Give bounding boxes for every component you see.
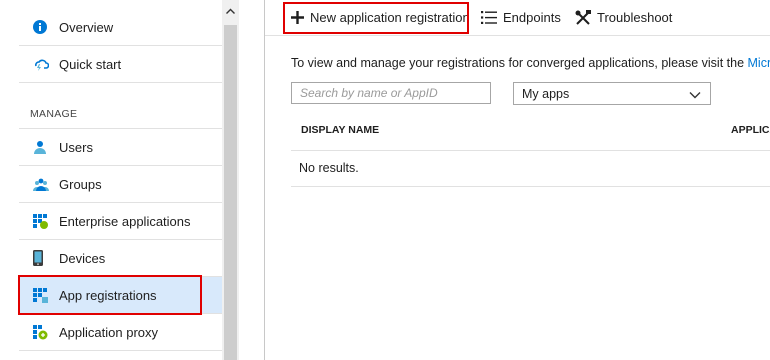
device-icon	[33, 250, 59, 266]
table-row-divider	[291, 186, 770, 187]
info-icon	[33, 20, 59, 34]
column-header-display-name[interactable]: DISPLAY NAME	[301, 124, 379, 136]
scroll-thumb[interactable]	[224, 25, 237, 360]
sidebar-item-label: Overview	[59, 19, 114, 35]
sidebar-item-label: Application proxy	[59, 324, 158, 340]
sidebar-item-enterprise-applications[interactable]: Enterprise applications	[19, 203, 222, 239]
chevron-down-icon	[689, 88, 701, 102]
scroll-up-button[interactable]	[222, 0, 239, 22]
blade-divider	[264, 0, 265, 360]
endpoints-label: Endpoints	[503, 10, 561, 25]
apps-filter-value: My apps	[522, 86, 570, 101]
section-header-manage: MANAGE	[30, 108, 78, 120]
troubleshoot-label: Troubleshoot	[597, 10, 673, 25]
info-message-text: To view and manage your registrations fo…	[291, 56, 748, 70]
list-icon	[481, 11, 497, 24]
app-registrations-icon	[33, 287, 59, 303]
cloud-lightning-icon	[33, 56, 59, 72]
sidebar-item-application-proxy[interactable]: Application proxy	[19, 314, 222, 350]
empty-state-message: No results.	[299, 161, 359, 175]
sidebar-scrollbar[interactable]	[222, 0, 239, 360]
new-application-registration-label: New application registration	[310, 10, 470, 25]
sidebar-item-overview[interactable]: Overview	[19, 9, 222, 45]
endpoints-button[interactable]: Endpoints	[481, 0, 561, 35]
chevron-up-icon	[226, 8, 235, 14]
troubleshoot-button[interactable]: Troubleshoot	[575, 0, 672, 35]
enterprise-apps-icon	[33, 213, 59, 229]
column-header-application-id[interactable]: APPLICA	[731, 124, 770, 136]
sidebar-item-label: Quick start	[59, 56, 122, 72]
sidebar-item-label: Users	[59, 139, 93, 155]
sidebar-item-users[interactable]: Users	[19, 129, 222, 165]
sidebar-item-label: Enterprise applications	[59, 213, 191, 229]
sidebar-item-app-registrations[interactable]: App registrations	[19, 277, 222, 313]
divider	[19, 82, 222, 83]
sidebar-item-quick-start[interactable]: Quick start	[19, 46, 222, 82]
groups-icon	[33, 177, 59, 191]
microsoft-portal-link[interactable]: Microsof	[748, 56, 770, 70]
info-message: To view and manage your registrations fo…	[291, 56, 770, 70]
sidebar-item-devices[interactable]: Devices	[19, 240, 222, 276]
plus-icon	[291, 11, 304, 24]
divider	[19, 350, 222, 351]
application-proxy-icon	[33, 324, 59, 340]
sidebar: Overview Quick start MANAGE Users Groups…	[0, 0, 222, 360]
sidebar-item-label: Devices	[59, 250, 106, 266]
sidebar-item-label: App registrations	[59, 287, 157, 303]
apps-filter-dropdown[interactable]: My apps	[513, 82, 711, 105]
tools-icon	[575, 9, 591, 26]
search-input[interactable]	[291, 82, 491, 104]
new-application-registration-button[interactable]: New application registration	[291, 0, 470, 35]
table-header-divider	[291, 150, 770, 151]
sidebar-item-label: Groups	[59, 176, 102, 192]
user-icon	[33, 140, 59, 154]
sidebar-item-groups[interactable]: Groups	[19, 166, 222, 202]
